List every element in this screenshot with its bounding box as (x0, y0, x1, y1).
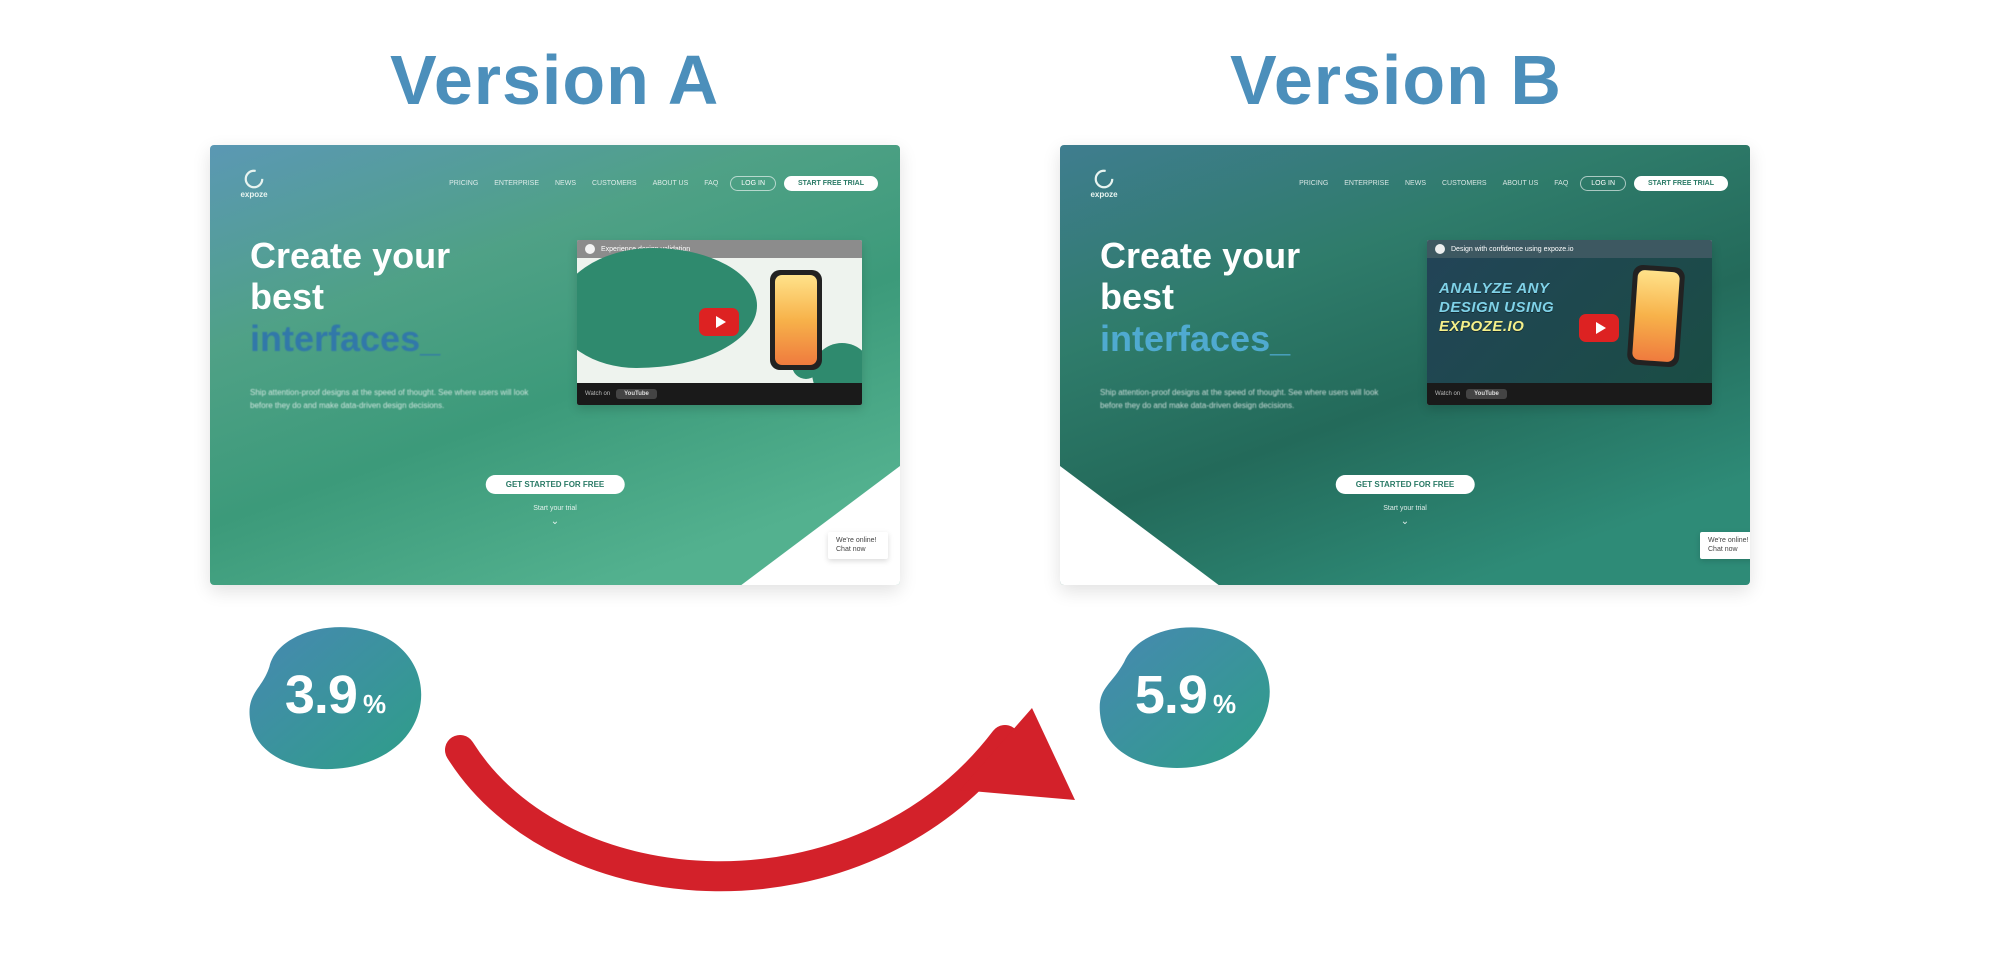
nav-cta-button[interactable]: START FREE TRIAL (1634, 176, 1728, 191)
play-icon[interactable] (699, 308, 739, 336)
video-footer: Watch on YouTube (1427, 383, 1712, 405)
footer-watch: Watch on (1435, 391, 1460, 397)
overlay-line1: ANALYZE ANY (1439, 280, 1554, 299)
hero-cursor: _ (1270, 318, 1290, 359)
hero-accent: interfaces (250, 318, 420, 359)
channel-avatar-icon (1435, 244, 1445, 254)
hero-line2: best (1100, 276, 1174, 317)
hero-text-a: Create your best interfaces_ Ship attent… (250, 235, 530, 413)
video-caption: Design with confidence using expoze.io (1451, 246, 1574, 253)
hero-cursor: _ (420, 318, 440, 359)
nav-link[interactable]: CUSTOMERS (588, 178, 641, 189)
channel-avatar-icon (585, 244, 595, 254)
trial-note-b: Start your trial ⌄ (1383, 505, 1427, 527)
corner-cut-b (1060, 466, 1220, 585)
nav-link[interactable]: ABOUT US (1499, 178, 1543, 189)
chevron-down-icon: ⌄ (551, 516, 559, 527)
hero-subtext: Ship attention-proof designs at the spee… (1100, 387, 1380, 413)
nav-link[interactable]: ENTERPRISE (1340, 178, 1393, 189)
conversion-unit-a: % (363, 689, 385, 720)
corner-cut-a (740, 466, 900, 585)
hero-line1: Create your (250, 235, 450, 276)
nav-link[interactable]: NEWS (1401, 178, 1430, 189)
brand-logo-icon (243, 168, 265, 190)
play-icon[interactable] (1579, 314, 1619, 342)
footer-brand[interactable]: YouTube (1466, 389, 1507, 399)
hero-line2: best (250, 276, 324, 317)
nav-login-button[interactable]: LOG IN (1580, 176, 1626, 191)
hero-text-b: Create your best interfaces_ Ship attent… (1100, 235, 1380, 413)
footer-brand[interactable]: YouTube (616, 389, 657, 399)
conversion-badge-a: 3.9 % (240, 620, 430, 770)
footer-watch: Watch on (585, 391, 610, 397)
promo-video-b[interactable]: Design with confidence using expoze.io A… (1427, 240, 1712, 405)
video-visual (577, 258, 862, 383)
chevron-down-icon: ⌄ (1401, 516, 1409, 527)
video-topbar: Design with confidence using expoze.io (1427, 240, 1712, 258)
brand-name: expoze (240, 190, 267, 199)
chat-widget-b[interactable]: We're online! Chat now (1700, 532, 1750, 559)
conversion-number-b: 5.9 (1135, 664, 1207, 726)
conversion-number-a: 3.9 (285, 664, 357, 726)
nav-link[interactable]: ABOUT US (649, 178, 693, 189)
mockup-b-navbar: expoze PRICING ENTERPRISE NEWS CUSTOMERS… (1082, 163, 1728, 203)
nav-link[interactable]: PRICING (1295, 178, 1332, 189)
chat-widget-a[interactable]: We're online! Chat now (828, 532, 888, 559)
trial-note-a: Start your trial ⌄ (533, 505, 577, 527)
label-version-b: Version B (1230, 40, 1562, 120)
nav-link[interactable]: FAQ (700, 178, 722, 189)
hero-accent: interfaces (1100, 318, 1270, 359)
trial-text: Start your trial (533, 505, 577, 512)
brand-name: expoze (1090, 190, 1117, 199)
trial-text: Start your trial (1383, 505, 1427, 512)
nav-link[interactable]: FAQ (1550, 178, 1572, 189)
brand-logo[interactable]: expoze (1082, 161, 1126, 205)
nav-login-button[interactable]: LOG IN (730, 176, 776, 191)
nav-link[interactable]: ENTERPRISE (490, 178, 543, 189)
ab-test-comparison: Version A Version B expoze PRICING ENTER… (0, 0, 2000, 963)
video-overlay-text: ANALYZE ANY DESIGN USING EXPOZE.IO (1439, 280, 1554, 336)
conversion-badge-b: 5.9 % (1090, 620, 1280, 770)
label-version-a: Version A (390, 40, 719, 120)
phone-mock-icon (770, 270, 822, 370)
hero-line1: Create your (1100, 235, 1300, 276)
mockup-version-a: expoze PRICING ENTERPRISE NEWS CUSTOMERS… (210, 145, 900, 585)
nav-link[interactable]: PRICING (445, 178, 482, 189)
phone-mock-icon (1627, 264, 1686, 367)
video-footer: Watch on YouTube (577, 383, 862, 405)
mockup-version-b: expoze PRICING ENTERPRISE NEWS CUSTOMERS… (1060, 145, 1750, 585)
mockup-a-navbar: expoze PRICING ENTERPRISE NEWS CUSTOMERS… (232, 163, 878, 203)
improvement-arrow-icon (440, 680, 1080, 940)
overlay-line2: DESIGN USING (1439, 299, 1554, 318)
nav-cta-button[interactable]: START FREE TRIAL (784, 176, 878, 191)
brand-logo[interactable]: expoze (232, 161, 276, 205)
hero-subtext: Ship attention-proof designs at the spee… (250, 387, 530, 413)
conversion-value: 3.9 % (285, 664, 385, 726)
hero-cta-button-b[interactable]: GET STARTED FOR FREE (1336, 475, 1475, 494)
video-visual: ANALYZE ANY DESIGN USING EXPOZE.IO (1427, 258, 1712, 383)
hero-cta-button-a[interactable]: GET STARTED FOR FREE (486, 475, 625, 494)
brand-logo-icon (1093, 168, 1115, 190)
conversion-value: 5.9 % (1135, 664, 1235, 726)
overlay-line3: EXPOZE.IO (1439, 318, 1554, 337)
nav-link[interactable]: NEWS (551, 178, 580, 189)
conversion-unit-b: % (1213, 689, 1235, 720)
promo-video-a[interactable]: Experience design validation Watch on Yo… (577, 240, 862, 405)
nav-link[interactable]: CUSTOMERS (1438, 178, 1491, 189)
